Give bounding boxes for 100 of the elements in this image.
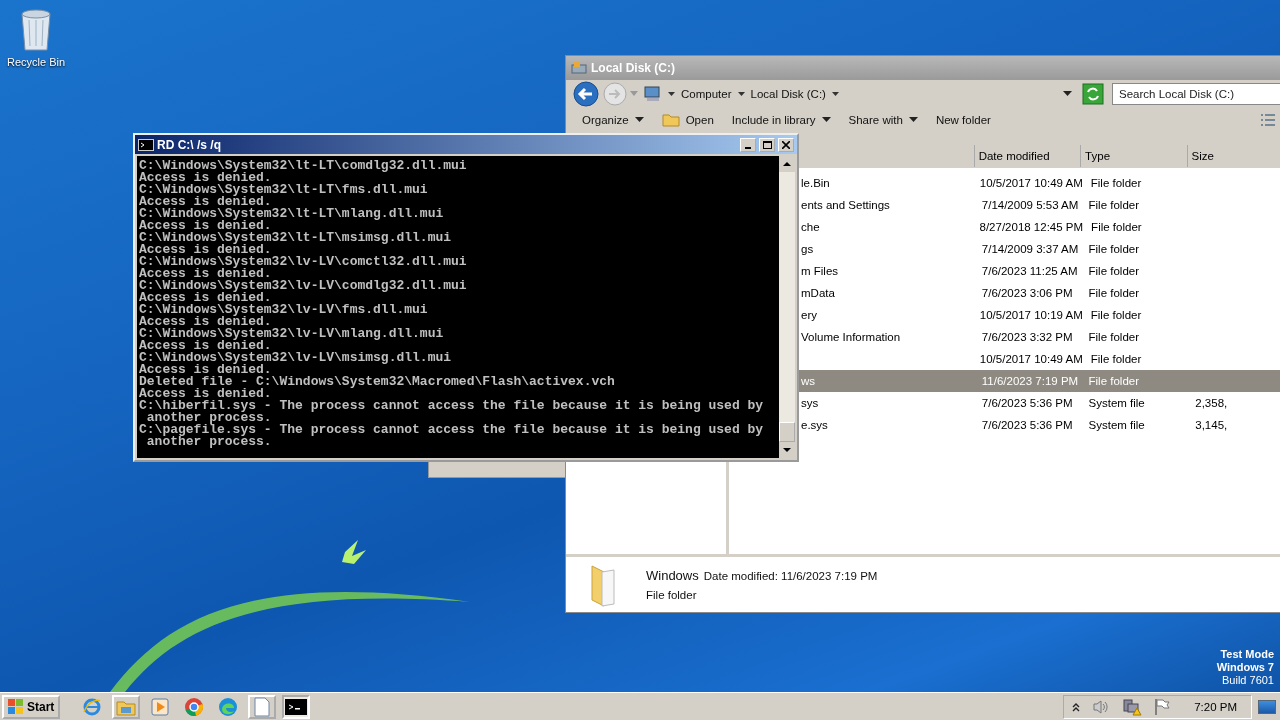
file-name: e.sys: [801, 419, 828, 431]
caret-icon[interactable]: [668, 91, 675, 97]
search-field[interactable]: Search Local Disk (C:): [1112, 83, 1280, 105]
console-line: Access is denied.: [139, 316, 272, 328]
console-line: C:\Windows\System32\lt-LT\mlang.dll.mui: [139, 208, 445, 220]
toolbar-button[interactable]: Organize: [576, 112, 650, 128]
maximize-icon: [762, 140, 772, 149]
icon-label[interactable]: Recycle Bin: [6, 56, 66, 68]
caret-icon: [908, 117, 918, 123]
drive-icon: [571, 60, 587, 76]
window-title: Local Disk (C:): [591, 61, 675, 75]
file-row[interactable]: m Files 7/6/2023 11:25 AM File folder: [799, 260, 1280, 282]
file-row[interactable]: sys 7/6/2023 5:36 PM System file 2,358,: [799, 392, 1280, 414]
toolbar-button[interactable]: New folder: [929, 112, 997, 128]
start-button[interactable]: Start: [2, 694, 61, 719]
console-line: Access is denied.: [139, 268, 272, 280]
recycle-bin-icon[interactable]: [18, 6, 54, 52]
caret-icon[interactable]: [737, 91, 745, 97]
console-line: Access is denied.: [139, 292, 272, 304]
breadcrumb-item[interactable]: Computer: [681, 88, 732, 100]
clock[interactable]: 7:20 PM: [1194, 700, 1237, 713]
view-options-icon[interactable]: [1260, 113, 1276, 127]
folder-taskbar-button[interactable]: [112, 694, 141, 719]
chevron-icon[interactable]: [1072, 701, 1081, 712]
caret-icon: [634, 117, 644, 123]
console-line: C:\Windows\System32\lv-LV\comdlg32.dll.mui: [139, 280, 468, 292]
maximize-button[interactable]: [759, 137, 775, 152]
file-row[interactable]: le.Bin 10/5/2017 10:49 AM File folder: [799, 172, 1280, 194]
file-name: gs: [801, 243, 814, 255]
console-icon: [138, 138, 154, 151]
date-cell: 7/6/2023 11:25 AM: [981, 265, 1078, 277]
notice-text: Test Mode: [1220, 648, 1274, 661]
caret-icon[interactable]: [831, 91, 839, 97]
file-row[interactable]: ents and Settings 7/14/2009 5:53 AM File folder: [799, 194, 1280, 216]
notice-text: Build 7601: [1222, 674, 1274, 687]
console-line: C:\Windows\System32\lv-LV\mlang.dll.mui: [139, 328, 445, 340]
console-line: Access is denied.: [139, 196, 272, 208]
type-cell: System file: [1088, 397, 1145, 409]
console-line: another process.: [146, 412, 273, 424]
file-name: le.Bin: [801, 177, 830, 189]
console-line: C:\Windows\System32\lt-LT\fms.dll.mui: [139, 184, 429, 196]
date-cell: 7/6/2023 5:36 PM: [981, 397, 1073, 409]
close-button[interactable]: [778, 137, 794, 152]
show-desktop-button[interactable]: [1258, 699, 1276, 714]
scroll-up-icon[interactable]: [779, 156, 795, 172]
file-name: ents and Settings: [801, 199, 890, 211]
console-taskbar-button[interactable]: [282, 694, 311, 719]
minimize-icon: [745, 146, 751, 149]
toolbar-button[interactable]: Open: [655, 111, 720, 129]
console-line: C:\Windows\System32\lv-LV\comctl32.dll.mui: [139, 256, 468, 268]
back-icon[interactable]: [572, 80, 600, 108]
file-row[interactable]: ery 10/5/2017 10:19 AM File folder: [799, 304, 1280, 326]
type-cell: File folder: [1088, 265, 1140, 277]
file-name: m Files: [801, 265, 839, 277]
type-cell: File folder: [1088, 331, 1140, 343]
column-header[interactable]: Type: [1081, 145, 1188, 167]
caret-icon[interactable]: [1063, 91, 1072, 97]
type-cell: File folder: [1090, 353, 1142, 365]
size-cell: 3,145,: [1195, 419, 1228, 431]
date-cell: 10/5/2017 10:49 AM: [979, 353, 1083, 365]
type-cell: File folder: [1088, 243, 1140, 255]
scroll-down-icon[interactable]: [779, 442, 795, 458]
date-cell: 7/14/2009 5:53 AM: [981, 199, 1079, 211]
console-line: C:\Windows\System32\lv-LV\msimsg.dll.mui: [139, 352, 453, 364]
console-line: C:\hiberfil.sys - The process cannot access the file because it is being used by: [139, 400, 765, 412]
flag-icon[interactable]: [1154, 697, 1171, 716]
console-line: another process.: [146, 436, 273, 448]
file-row[interactable]: e.sys 7/6/2023 5:36 PM System file 3,145,: [799, 414, 1280, 436]
console-line: Access is denied.: [139, 340, 272, 352]
network-warning-icon[interactable]: [1122, 697, 1143, 716]
column-header[interactable]: Date modified: [974, 145, 1082, 167]
modified-text: Date modified: 11/6/2023 7:19 PM: [703, 570, 878, 582]
file-row[interactable]: Volume Information 7/6/2023 3:32 PM File folder: [799, 326, 1280, 348]
refresh-icon[interactable]: [1082, 83, 1104, 105]
console-line: Access is denied.: [139, 244, 272, 256]
toolbar-button[interactable]: Share with: [842, 112, 924, 128]
console-line: Access is denied.: [139, 172, 272, 184]
console-line: C:\Windows\System32\lv-LV\fms.dll.mui: [139, 304, 429, 316]
size-cell: 2,358,: [1195, 397, 1228, 409]
scroll-thumb[interactable]: [779, 422, 795, 442]
toolbar-button[interactable]: Include in library: [725, 112, 837, 128]
file-row[interactable]: mData 7/6/2023 3:06 PM File folder: [799, 282, 1280, 304]
file-row[interactable]: che 8/27/2018 12:45 PM File folder: [799, 216, 1280, 238]
file-row[interactable]: gs 7/14/2009 3:37 AM File folder: [799, 238, 1280, 260]
file-name: Volume Information: [801, 331, 901, 343]
folder-icon: [661, 113, 680, 127]
speaker-icon[interactable]: [1092, 698, 1111, 715]
minimize-button[interactable]: [740, 137, 756, 152]
console-line: Access is denied.: [139, 388, 272, 400]
date-cell: 7/14/2009 3:37 AM: [981, 243, 1079, 255]
console-line: C:\Windows\System32\lt-LT\comdlg32.dll.mui: [139, 160, 468, 172]
scrollbar[interactable]: [779, 156, 795, 458]
type-cell: File folder: [1091, 221, 1142, 233]
column-header[interactable]: Size: [1187, 145, 1280, 167]
notepad-taskbar-button[interactable]: [248, 694, 277, 719]
file-row[interactable]: 10/5/2017 10:49 AM File folder: [799, 348, 1280, 370]
breadcrumb-item[interactable]: Local Disk (C:): [750, 88, 826, 100]
type-cell: System file: [1088, 419, 1145, 431]
window-title: RD C:\ /s /q: [157, 137, 221, 152]
caret-icon: [821, 117, 831, 123]
